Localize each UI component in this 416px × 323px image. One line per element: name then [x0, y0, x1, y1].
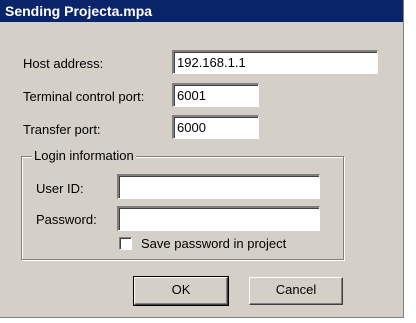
- save-password-label[interactable]: Save password in project: [141, 236, 286, 251]
- host-address-input[interactable]: [174, 52, 377, 73]
- save-password-checkbox[interactable]: [119, 237, 132, 250]
- dialog-title: Sending Projecta.mpa: [5, 3, 153, 19]
- password-input[interactable]: [119, 208, 319, 230]
- password-field[interactable]: [117, 206, 320, 231]
- send-project-dialog: Sending Projecta.mpa Host address: Termi…: [0, 0, 404, 318]
- dialog-title-bar[interactable]: Sending Projecta.mpa: [0, 0, 403, 22]
- transfer-port-input[interactable]: [174, 117, 258, 138]
- terminal-control-port-field[interactable]: [172, 83, 259, 107]
- user-id-label: User ID:: [36, 181, 84, 196]
- password-label: Password:: [36, 212, 97, 227]
- user-id-input[interactable]: [119, 176, 319, 198]
- terminal-control-port-input[interactable]: [174, 85, 258, 106]
- ok-button[interactable]: OK: [133, 276, 229, 306]
- transfer-port-label: Transfer port:: [23, 122, 101, 137]
- host-address-label: Host address:: [23, 56, 104, 71]
- cancel-button[interactable]: Cancel: [249, 277, 343, 305]
- login-information-title: Login information: [32, 148, 136, 163]
- terminal-control-port-label: Terminal control port:: [23, 89, 145, 104]
- transfer-port-field[interactable]: [172, 115, 259, 139]
- user-id-field[interactable]: [117, 174, 320, 199]
- host-address-field[interactable]: [172, 50, 378, 74]
